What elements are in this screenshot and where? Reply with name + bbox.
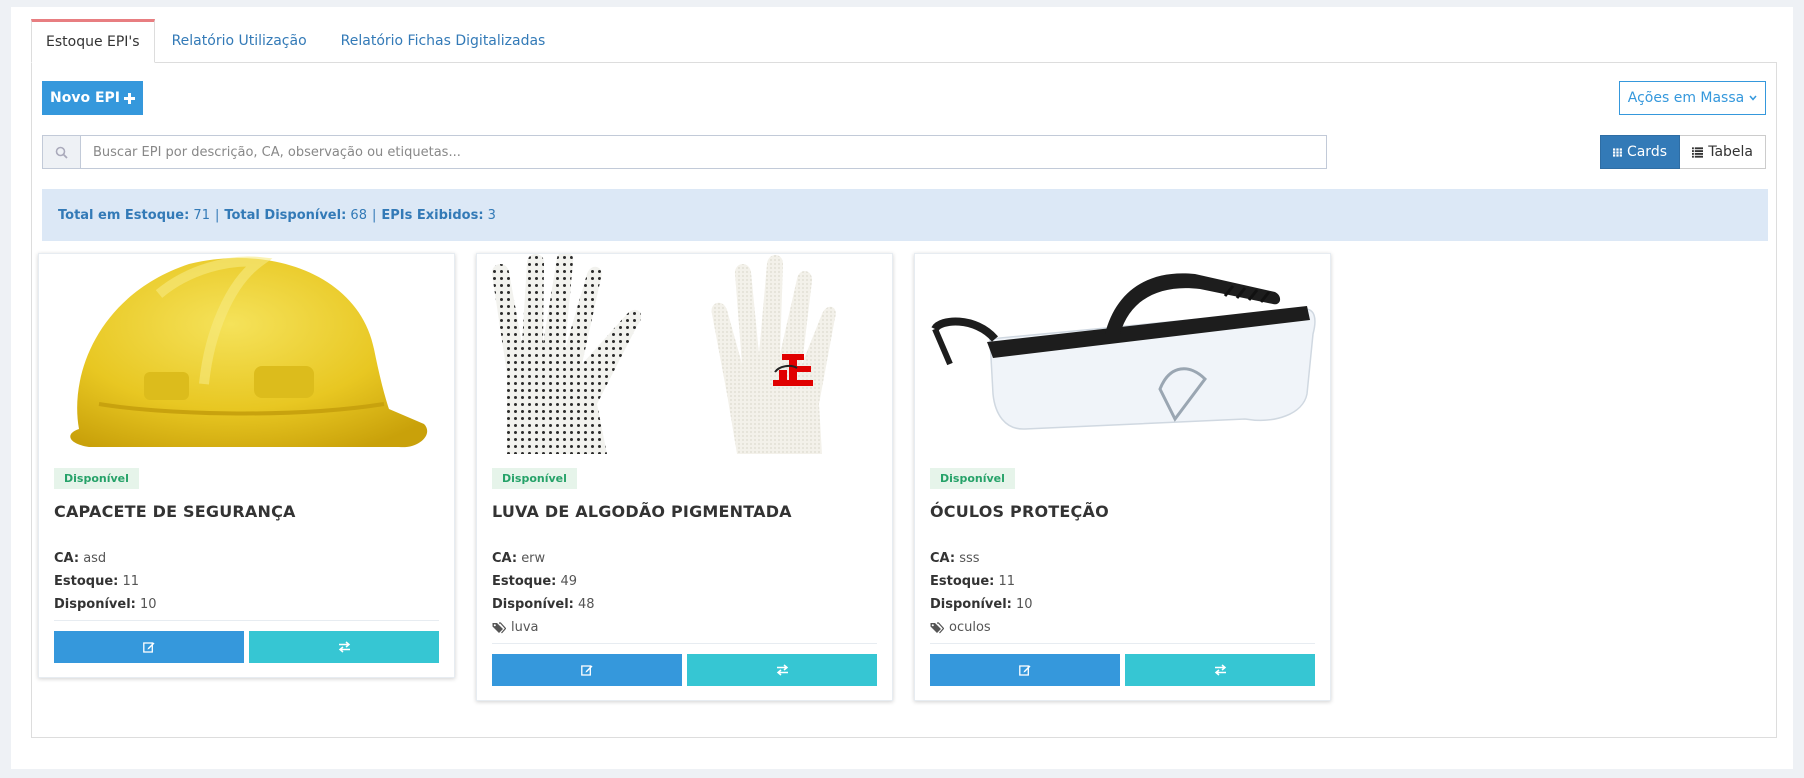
ca-value: erw xyxy=(521,551,546,566)
total-available-label: Total Disponível: xyxy=(224,207,347,223)
exchange-icon xyxy=(776,664,788,676)
available-value: 10 xyxy=(140,597,157,612)
new-epi-label: Novo EPI xyxy=(50,90,120,106)
available-row: Disponível: 10 xyxy=(930,593,1315,616)
available-value: 48 xyxy=(578,597,595,612)
card-meta: CA: erw Estoque: 49 Disponível: 48 luva xyxy=(492,547,877,639)
stock-label: Estoque: xyxy=(930,574,995,589)
status-badge: Disponível xyxy=(930,468,1015,489)
stock-row: Estoque: 11 xyxy=(54,570,439,593)
tags-icon xyxy=(492,621,506,633)
stock-row: Estoque: 11 xyxy=(930,570,1315,593)
available-value: 10 xyxy=(1016,597,1033,612)
edit-button[interactable] xyxy=(54,631,244,663)
search-addon xyxy=(43,136,81,168)
stock-row: Estoque: 49 xyxy=(492,570,877,593)
ca-row: CA: erw xyxy=(492,547,877,570)
stock-label: Estoque: xyxy=(492,574,557,589)
tag-value: luva xyxy=(511,620,539,635)
grid-icon xyxy=(1613,147,1622,157)
available-label: Disponível: xyxy=(930,597,1012,612)
total-stock-value: 71 xyxy=(193,207,210,223)
safety-glasses-image xyxy=(915,254,1330,454)
hard-hat-image xyxy=(39,254,454,454)
epi-card: Disponível ÓCULOS PROTEÇÃO CA: sss Estoq… xyxy=(914,253,1331,701)
edit-icon xyxy=(581,665,593,676)
status-badge: Disponível xyxy=(54,468,139,489)
transfer-button[interactable] xyxy=(1125,654,1315,686)
ca-value: asd xyxy=(83,551,107,566)
chevron-down-icon xyxy=(1749,95,1757,101)
stock-label: Estoque: xyxy=(54,574,119,589)
available-row: Disponível: 48 xyxy=(492,593,877,616)
total-stock-label: Total em Estoque: xyxy=(58,207,190,223)
stock-value: 11 xyxy=(998,574,1016,589)
status-badge: Disponível xyxy=(492,468,577,489)
ca-label: CA: xyxy=(930,551,956,566)
shown-label: EPIs Exibidos: xyxy=(381,207,484,223)
tags-icon xyxy=(930,621,944,633)
card-body: Disponível CAPACETE DE SEGURANÇA CA: asd… xyxy=(39,454,454,677)
card-meta: CA: sss Estoque: 11 Disponível: 10 oculo… xyxy=(930,547,1315,639)
card-actions xyxy=(930,643,1315,686)
card-actions xyxy=(54,620,439,663)
edit-icon xyxy=(143,642,155,653)
tab-relatorio-fichas[interactable]: Relatório Fichas Digitalizadas xyxy=(324,19,563,63)
bulk-actions-label: Ações em Massa xyxy=(1627,90,1745,106)
gloves-image xyxy=(477,254,892,454)
card-body: Disponível ÓCULOS PROTEÇÃO CA: sss Estoq… xyxy=(915,454,1330,700)
ca-value: sss xyxy=(959,551,980,566)
transfer-button[interactable] xyxy=(687,654,877,686)
edit-button[interactable] xyxy=(492,654,682,686)
epi-card: Disponível LUVA DE ALGODÃO PIGMENTADA CA… xyxy=(476,253,893,701)
available-row: Disponível: 10 xyxy=(54,593,439,616)
available-label: Disponível: xyxy=(492,597,574,612)
exchange-icon xyxy=(1214,664,1226,676)
page-container: Estoque EPI's Relatório Utilização Relat… xyxy=(11,7,1793,769)
search-icon xyxy=(55,146,68,159)
tab-panel: Novo EPI Ações em Massa Buscar EPI por d… xyxy=(31,62,1777,738)
cards-view-label: Cards xyxy=(1626,144,1667,160)
card-title: ÓCULOS PROTEÇÃO xyxy=(930,502,1109,521)
shown-value: 3 xyxy=(487,207,496,223)
card-actions xyxy=(492,643,877,686)
plus-icon xyxy=(124,92,135,104)
edit-icon xyxy=(1019,665,1031,676)
transfer-button[interactable] xyxy=(249,631,439,663)
stock-value: 49 xyxy=(560,574,578,589)
separator: | xyxy=(214,207,220,223)
ca-row: CA: sss xyxy=(930,547,1315,570)
search-group xyxy=(42,135,1327,169)
card-body: Disponível LUVA DE ALGODÃO PIGMENTADA CA… xyxy=(477,454,892,700)
ca-label: CA: xyxy=(54,551,80,566)
tab-estoque[interactable]: Estoque EPI's xyxy=(31,19,155,63)
tags-row: oculos xyxy=(930,616,1315,639)
epi-card: Disponível CAPACETE DE SEGURANÇA CA: asd… xyxy=(38,253,455,678)
total-available-value: 68 xyxy=(350,207,367,223)
ca-label: CA: xyxy=(492,551,518,566)
separator: | xyxy=(371,207,377,223)
table-view-button[interactable]: Tabela xyxy=(1680,135,1766,169)
search-input[interactable] xyxy=(81,136,1326,168)
bulk-actions-button[interactable]: Ações em Massa xyxy=(1619,81,1766,115)
tab-relatorio-utilizacao[interactable]: Relatório Utilização xyxy=(155,19,324,63)
cards-view-button[interactable]: Cards xyxy=(1600,135,1680,169)
tag-value: oculos xyxy=(949,620,991,635)
ca-row: CA: asd xyxy=(54,547,439,570)
edit-button[interactable] xyxy=(930,654,1120,686)
card-title: CAPACETE DE SEGURANÇA xyxy=(54,502,296,521)
table-view-label: Tabela xyxy=(1708,144,1753,160)
exchange-icon xyxy=(338,641,350,653)
card-meta: CA: asd Estoque: 11 Disponível: 10 xyxy=(54,547,439,616)
stock-value: 11 xyxy=(122,574,140,589)
list-icon xyxy=(1692,146,1704,158)
stock-summary: Total em Estoque: 71 | Total Disponível:… xyxy=(42,189,1768,241)
view-toggle: Cards Tabela xyxy=(1600,135,1766,169)
tags-row: luva xyxy=(492,616,877,639)
available-label: Disponível: xyxy=(54,597,136,612)
tab-bar: Estoque EPI's Relatório Utilização Relat… xyxy=(31,19,562,63)
new-epi-button[interactable]: Novo EPI xyxy=(42,81,143,115)
card-title: LUVA DE ALGODÃO PIGMENTADA xyxy=(492,502,792,521)
